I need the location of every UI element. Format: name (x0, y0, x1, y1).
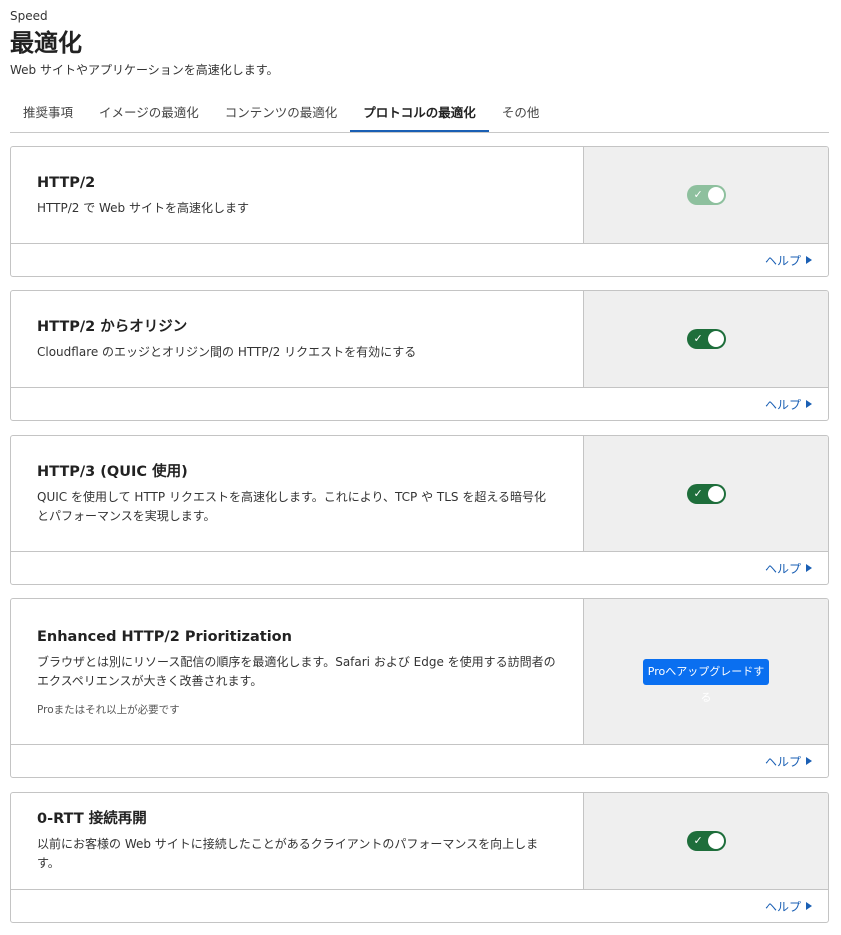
setting-card-http2-origin: HTTP/2 からオリジン Cloudflare のエッジとオリジン間の HTT… (10, 290, 829, 421)
setting-title: Enhanced HTTP/2 Prioritization (37, 628, 292, 645)
http2-origin-toggle[interactable]: ✓ (686, 329, 726, 349)
help-label: ヘルプ (764, 397, 801, 412)
setting-card-0rtt: 0-RTT 接続再開 以前にお客様の Web サイトに接続したことがあるクライア… (10, 792, 829, 923)
plan-requirement-note: Proまたはそれ以上が必要です (37, 703, 180, 716)
help-link[interactable]: ヘルプ (765, 396, 812, 413)
help-link[interactable]: ヘルプ (765, 898, 812, 915)
caret-right-icon (806, 757, 812, 765)
tab-other[interactable]: その他 (489, 96, 553, 132)
setting-title: 0-RTT 接続再開 (37, 811, 147, 827)
help-label: ヘルプ (764, 253, 801, 268)
setting-title: HTTP/3 (QUIC 使用) (37, 463, 188, 480)
caret-right-icon (806, 400, 812, 408)
setting-description: 以前にお客様の Web サイトに接続したことがあるクライアントのパフォーマンスを… (37, 837, 539, 870)
tab-content-optimization[interactable]: コンテンツの最適化 (212, 96, 351, 132)
help-label: ヘルプ (764, 561, 801, 576)
tab-protocol-optimization[interactable]: プロトコルの最適化 (350, 96, 489, 132)
page-subtitle: Web サイトやアプリケーションを高速化します。 (10, 63, 279, 77)
setting-card-http3: HTTP/3 (QUIC 使用) QUIC を使用して HTTP リクエストを高… (10, 435, 829, 585)
upgrade-to-pro-button[interactable]: Proへアップグレードする (643, 658, 769, 704)
help-label: ヘルプ (764, 754, 801, 769)
setting-description: Cloudflare のエッジとオリジン間の HTTP/2 リクエストを有効にす… (37, 344, 417, 359)
help-label: ヘルプ (764, 899, 801, 914)
setting-title: HTTP/2 (37, 174, 96, 191)
toggle-knob (707, 833, 724, 849)
help-link[interactable]: ヘルプ (765, 252, 812, 269)
0rtt-toggle[interactable]: ✓ (686, 831, 726, 851)
caret-right-icon (806, 564, 812, 572)
setting-description: ブラウザとは別にリソース配信の順序を最適化します。Safari および Edge… (37, 654, 556, 688)
toggle-knob (707, 485, 724, 502)
setting-description: HTTP/2 で Web サイトを高速化します (37, 200, 249, 215)
setting-card-http2: HTTP/2 HTTP/2 で Web サイトを高速化します ✓ ヘルプ (10, 146, 829, 277)
check-icon: ✓ (693, 188, 703, 201)
tab-image-optimization[interactable]: イメージの最適化 (86, 96, 212, 132)
check-icon: ✓ (693, 834, 703, 847)
tab-recommendations[interactable]: 推奨事項 (10, 96, 86, 132)
setting-card-http2-prioritization: Enhanced HTTP/2 Prioritization ブラウザとは別にリ… (10, 598, 829, 778)
toggle-knob (707, 331, 724, 347)
tab-bar: 推奨事項 イメージの最適化 コンテンツの最適化 プロトコルの最適化 その他 (10, 96, 829, 133)
http2-toggle: ✓ (686, 185, 726, 205)
check-icon: ✓ (693, 486, 703, 500)
setting-title: HTTP/2 からオリジン (37, 318, 188, 335)
page-title: 最適化 (10, 29, 82, 57)
help-link[interactable]: ヘルプ (765, 560, 812, 577)
caret-right-icon (806, 902, 812, 910)
setting-description: QUIC を使用して HTTP リクエストを高速化します。これにより、TCP や… (37, 489, 546, 523)
http3-toggle[interactable]: ✓ (686, 483, 726, 504)
breadcrumb[interactable]: Speed (10, 8, 279, 24)
page-header: Speed 最適化 Web サイトやアプリケーションを高速化します。 (10, 8, 279, 78)
toggle-knob (707, 187, 724, 203)
help-link[interactable]: ヘルプ (765, 753, 812, 770)
check-icon: ✓ (693, 332, 703, 345)
caret-right-icon (806, 256, 812, 264)
